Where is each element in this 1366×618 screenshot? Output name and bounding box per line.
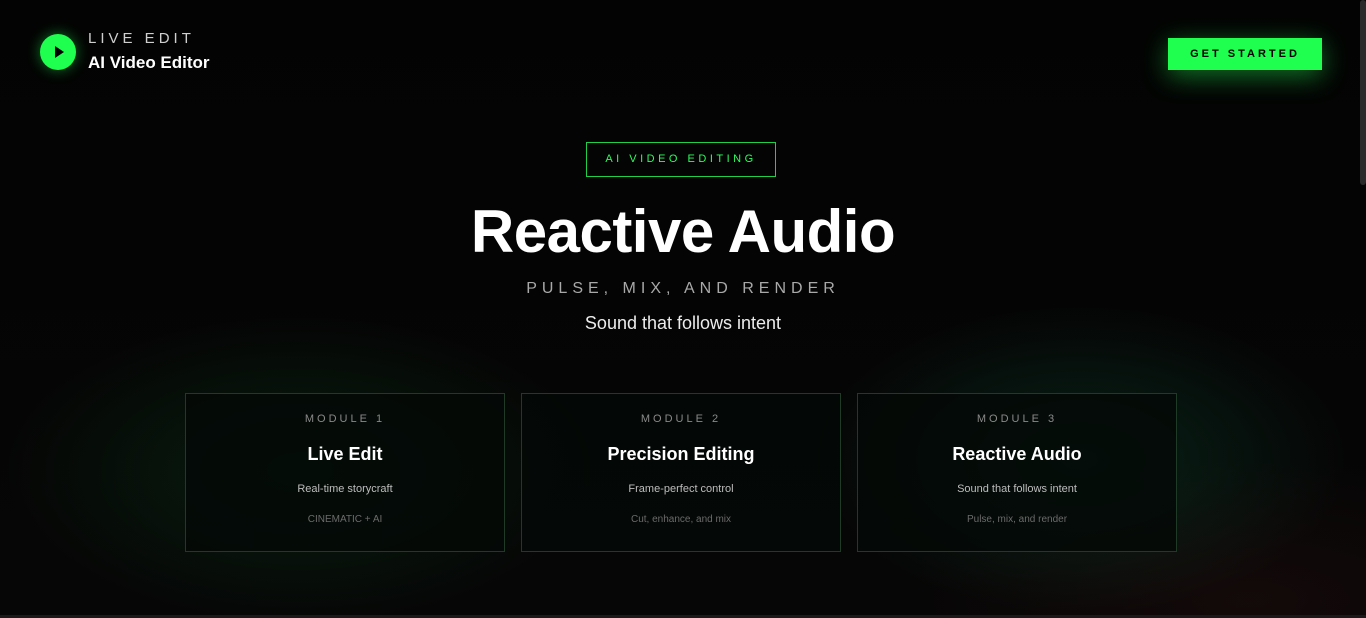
get-started-button[interactable]: GET STARTED [1168,38,1322,70]
module-description: Real-time storycraft [297,483,393,495]
hero-title: Reactive Audio [470,198,896,265]
module-description: Frame-perfect control [628,483,734,495]
hero-badge: AI VIDEO EDITING [586,142,776,177]
hero-subtitle: PULSE, MIX, AND RENDER [526,280,840,297]
brand-kicker: LIVE EDIT [88,30,195,47]
hero-tagline: Sound that follows intent [584,313,782,333]
module-card-2[interactable]: MODULE 2 Precision Editing Frame-perfect… [521,393,841,552]
play-triangle [55,45,64,58]
brand[interactable]: LIVE EDIT AI Video Editor [40,30,210,73]
module-note: Pulse, mix, and render [966,514,1068,525]
module-card-1[interactable]: MODULE 1 Live Edit Real-time storycraft … [185,393,505,552]
module-note: Cut, enhance, and mix [630,514,732,525]
play-icon[interactable] [40,33,76,70]
module-card-3[interactable]: MODULE 3 Reactive Audio Sound that follo… [857,393,1177,552]
scrollbar[interactable] [1360,0,1366,185]
module-description: Sound that follows intent [957,483,1077,495]
brand-text: LIVE EDIT AI Video Editor [88,30,210,73]
module-title: Precision Editing [607,444,755,464]
module-note: CINEMATIC + AI [307,514,383,525]
brand-name: AI Video Editor [88,53,210,72]
module-title: Reactive Audio [952,444,1082,464]
module-list: MODULE 1 Live Edit Real-time storycraft … [185,393,1177,552]
page: LIVE EDIT AI Video Editor GET STARTED AI… [0,0,1366,618]
module-title: Live Edit [307,444,383,464]
module-label: MODULE 3 [976,413,1058,425]
module-label: MODULE 1 [304,413,386,425]
module-label: MODULE 2 [640,413,722,425]
